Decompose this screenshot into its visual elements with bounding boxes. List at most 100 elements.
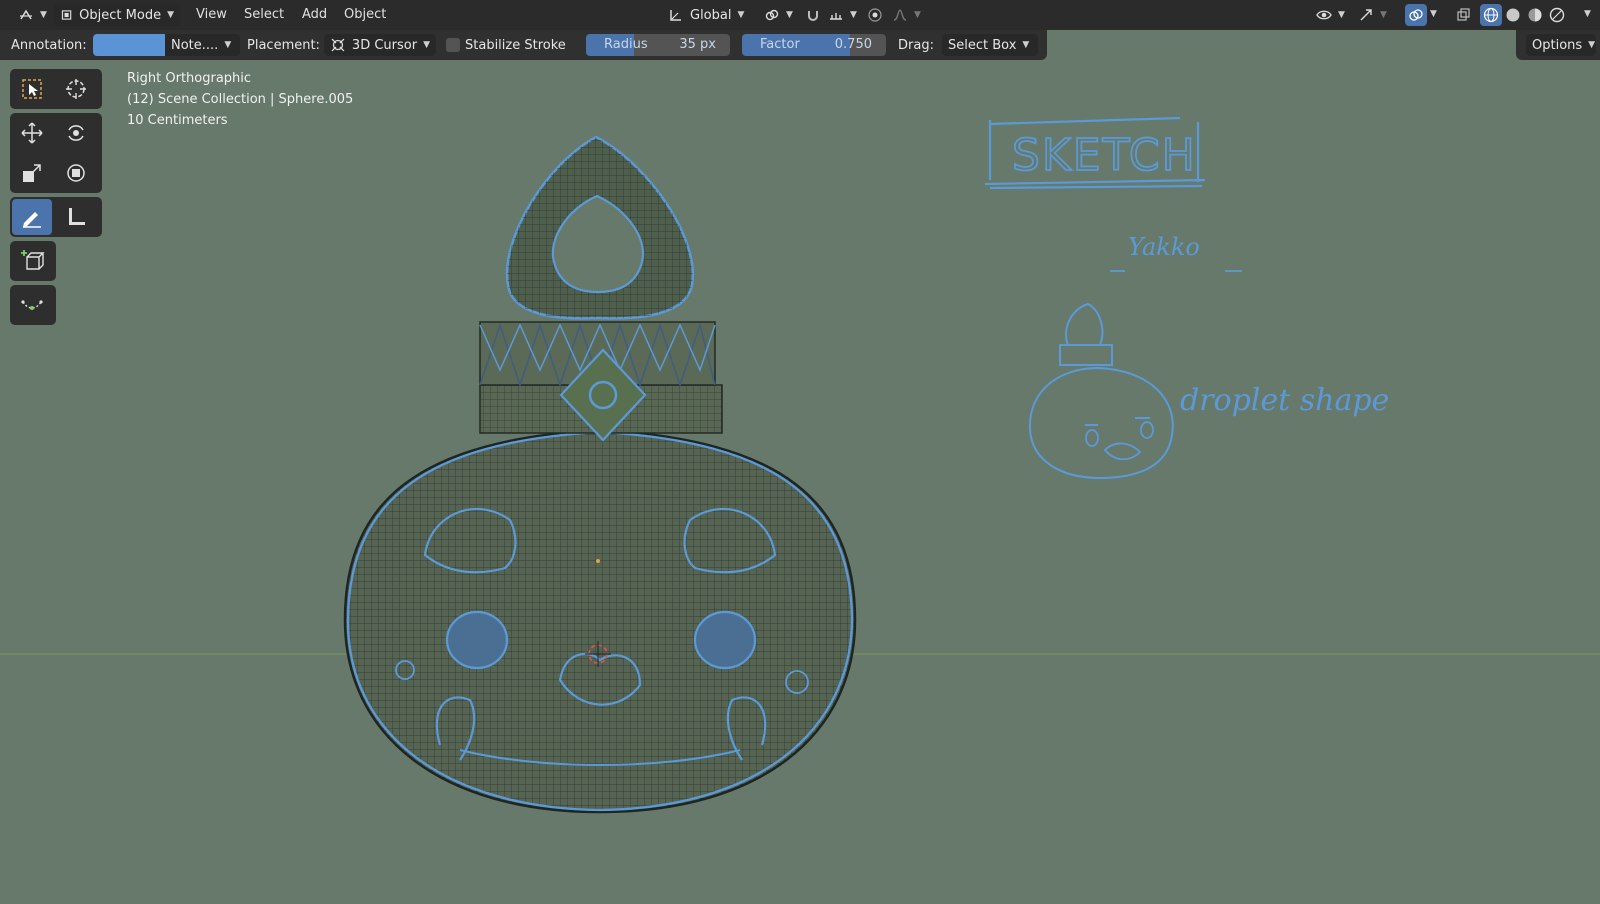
menu-view[interactable]: View [196, 4, 227, 26]
header-bar: ▼ Object Mode ▼ View Select Add Object G… [0, 0, 1600, 30]
overlays-icon [1409, 9, 1423, 21]
view-name: Right Orthographic [127, 71, 252, 86]
stabilize-stroke-checkbox[interactable] [446, 38, 460, 52]
link-icon [765, 9, 779, 21]
chevron-down-icon: ▼ [1022, 40, 1030, 50]
radius-slider[interactable]: Radius 35 px [586, 34, 730, 56]
wireframe-sphere-icon [1483, 7, 1499, 23]
rendered-sphere-icon [1549, 7, 1565, 23]
scale-info: 10 Centimeters [127, 113, 228, 128]
annotate-tool[interactable] [12, 199, 52, 235]
magnet-icon [808, 11, 818, 21]
mini-mouth [1103, 442, 1142, 461]
measure-tool[interactable] [56, 199, 96, 235]
mini-eyes [1085, 417, 1150, 426]
radius-value: 35 px [679, 37, 716, 52]
sphere-model[interactable] [340, 135, 860, 820]
annotation-color-swatch[interactable] [93, 34, 165, 56]
chevron-down-icon: ▼ [224, 40, 232, 50]
radius-label: Radius [604, 37, 648, 52]
overlays-toggle[interactable] [1405, 4, 1427, 26]
snap-toggle[interactable] [802, 4, 824, 26]
transform-icon [67, 164, 85, 182]
tool-group-add [10, 241, 56, 281]
left-eye-stroke [445, 610, 509, 670]
placement-dropdown[interactable]: 3D Cursor ▼ [324, 34, 436, 56]
mode-label: Object Mode [79, 7, 162, 23]
menu-select[interactable]: Select [244, 4, 284, 26]
placement-value: 3D Cursor [351, 37, 418, 53]
mode-dropdown[interactable]: Object Mode ▼ [54, 4, 180, 26]
rotate-tool[interactable] [56, 115, 96, 151]
transform-orientation-dropdown[interactable]: Global ▼ [662, 4, 750, 26]
chevron-down-icon: ▼ [850, 10, 857, 20]
mini-body [1028, 366, 1174, 480]
annotate-line-tool[interactable] [12, 287, 52, 323]
solid-sphere-icon [1506, 8, 1520, 22]
stabilize-stroke-label: Stabilize Stroke [465, 38, 566, 53]
menu-object[interactable]: Object [344, 4, 386, 26]
proportional-edit-toggle[interactable] [864, 4, 886, 26]
options-dropdown[interactable]: Options ▼ [1526, 34, 1596, 56]
visibility-dropdown[interactable]: ▼ [1310, 4, 1351, 26]
sketch-caption: droplet shape [1180, 383, 1389, 418]
object-origin [596, 559, 600, 563]
material-shading-button[interactable] [1524, 4, 1546, 26]
orientation-axes-icon [670, 10, 681, 21]
rotate-icon [68, 125, 84, 141]
factor-label: Factor [760, 37, 800, 52]
chevron-down-icon[interactable]: ▼ [1430, 9, 1437, 19]
pencil-icon [23, 212, 41, 228]
solid-shading-button[interactable] [1502, 4, 1524, 26]
drag-label: Drag: [898, 38, 934, 53]
falloff-dropdown[interactable]: ▼ [886, 4, 927, 26]
viewport-info: Right Orthographic (12) Scene Collection… [127, 68, 353, 131]
editor-type-icon [20, 9, 32, 20]
tool-group-transform [10, 113, 102, 193]
material-sphere-icon [1528, 8, 1542, 22]
pivot-point-dropdown[interactable]: ▼ [758, 4, 799, 26]
rendered-shading-button[interactable] [1546, 4, 1568, 26]
sketch-annotations: SKETCH Yakko droplet shape [984, 116, 1389, 480]
menu-add[interactable]: Add [302, 4, 327, 26]
3d-cursor-icon [331, 38, 345, 52]
move-icon [21, 122, 43, 144]
annotation-layer-label: Note.... [171, 37, 219, 53]
mini-left-eye [1085, 429, 1099, 447]
gizmo-dropdown[interactable]: ▼ [1352, 4, 1393, 26]
placement-label: Placement: [247, 38, 320, 53]
chevron-down-icon[interactable]: ▼ [1584, 9, 1591, 19]
3d-viewport[interactable]: SKETCH Yakko droplet shape [0, 60, 1600, 904]
xray-icon [1457, 8, 1470, 21]
tool-group-select [10, 69, 102, 109]
proportional-edit-icon [868, 8, 882, 22]
editor-type-button[interactable]: ▼ [12, 4, 53, 26]
right-eye-stroke [693, 610, 757, 670]
collection-info: (12) Scene Collection | Sphere.005 [127, 92, 354, 107]
transform-tool[interactable] [56, 155, 96, 191]
ruler-icon [69, 208, 85, 225]
select-box-tool[interactable] [12, 71, 52, 107]
cursor-tool[interactable] [56, 71, 96, 107]
curve-icon [21, 300, 43, 310]
chevron-down-icon: ▼ [737, 10, 745, 20]
body-wireframe [345, 430, 855, 812]
wireframe-shading-button[interactable] [1480, 4, 1502, 26]
snap-target-dropdown[interactable]: ▼ [822, 4, 863, 26]
cursor-icon [66, 79, 86, 99]
drag-value: Select Box [948, 37, 1017, 53]
drag-dropdown[interactable]: Select Box ▼ [942, 34, 1038, 56]
move-tool[interactable] [12, 115, 52, 151]
chevron-down-icon: ▼ [167, 10, 174, 20]
annotation-layer-dropdown[interactable]: Note.... ▼ [165, 34, 240, 56]
chevron-down-icon: ▼ [914, 10, 921, 20]
orientation-label: Global [690, 7, 732, 23]
chevron-down-icon: ▼ [40, 10, 47, 20]
eye-icon [1316, 10, 1332, 20]
snap-increment-icon [830, 13, 842, 20]
xray-toggle[interactable] [1452, 4, 1474, 26]
scale-tool[interactable] [12, 155, 52, 191]
add-cube-tool[interactable] [12, 243, 52, 279]
factor-slider[interactable]: Factor 0.750 [742, 34, 886, 56]
annotation-label: Annotation: [11, 38, 87, 53]
